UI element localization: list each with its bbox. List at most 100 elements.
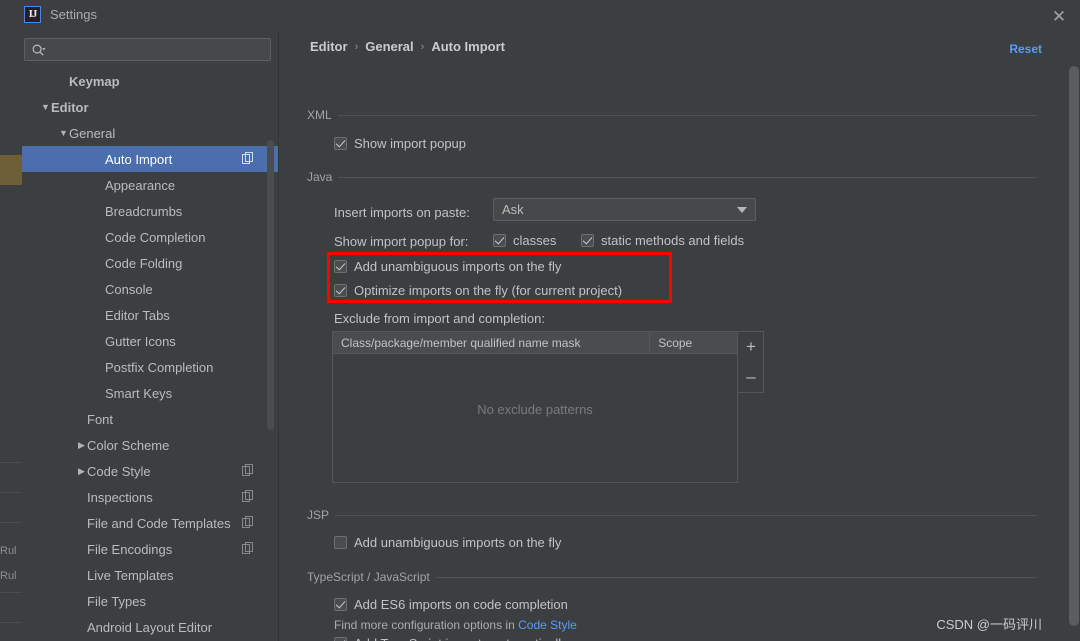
settings-dialog-root: Rul Rul IJ Settings ✕ Keymap ▼ Editor ▼ …	[0, 0, 1080, 641]
breadcrumb-separator: ›	[420, 40, 425, 53]
sidebar-item-label: Appearance	[105, 177, 176, 193]
background-divider	[0, 622, 22, 623]
sidebar-item-appearance[interactable]: Appearance	[22, 172, 278, 198]
background-divider	[0, 592, 22, 593]
sidebar-item-general[interactable]: ▼ General	[22, 120, 278, 146]
remove-pattern-button[interactable]: –	[738, 362, 764, 392]
section-rule	[338, 176, 1037, 178]
checkbox-box[interactable]	[581, 234, 594, 247]
sidebar-item-file-and-code-templates[interactable]: File and Code Templates	[22, 510, 278, 536]
sidebar-item-font[interactable]: Font	[22, 406, 278, 432]
settings-sidebar: Keymap ▼ Editor ▼ General Auto Import Appearan…	[22, 30, 278, 641]
settings-tree: Keymap ▼ Editor ▼ General Auto Import Appearan…	[22, 68, 278, 641]
checkbox-box[interactable]	[334, 284, 347, 297]
search-box[interactable]	[24, 38, 271, 61]
checkbox-box[interactable]	[334, 536, 347, 549]
breadcrumb-item-editor[interactable]: Editor	[310, 39, 348, 54]
background-divider	[0, 462, 22, 463]
sidebar-item-android-layout-editor[interactable]: Android Layout Editor	[22, 614, 278, 640]
checkbox-add-es6-imports[interactable]: Add ES6 imports on code completion	[334, 597, 568, 612]
section-rule	[435, 576, 1037, 578]
sidebar-item-label: File and Code Templates	[87, 515, 231, 531]
checkbox-add-unambiguous-imports[interactable]: Add unambiguous imports on the fly	[334, 259, 561, 274]
copy-settings-icon[interactable]	[242, 152, 254, 164]
sidebar-item-postfix-completion[interactable]: Postfix Completion	[22, 354, 278, 380]
sidebar-item-label: General	[69, 125, 116, 141]
section-title-java: Java	[307, 170, 333, 184]
sidebar-item-auto-import[interactable]: Auto Import	[22, 146, 278, 172]
search-input[interactable]	[49, 39, 267, 60]
chevron-down-icon[interactable]: ▼	[40, 102, 51, 112]
sidebar-item-live-templates[interactable]: Live Templates	[22, 562, 278, 588]
copy-settings-icon[interactable]	[242, 464, 254, 476]
sidebar-item-file-types[interactable]: File Types	[22, 588, 278, 614]
add-pattern-button[interactable]: +	[738, 332, 764, 362]
chevron-down-icon[interactable]: ▼	[58, 128, 69, 138]
checkbox-optimize-imports[interactable]: Optimize imports on the fly (for current…	[334, 283, 622, 298]
checkbox-box[interactable]	[334, 637, 347, 641]
checkbox-jsp-add-unambiguous[interactable]: Add unambiguous imports on the fly	[334, 535, 561, 550]
copy-settings-icon[interactable]	[242, 490, 254, 502]
checkbox-label: classes	[513, 233, 557, 248]
chevron-right-icon[interactable]: ▶	[76, 440, 87, 451]
sidebar-item-editor-tabs[interactable]: Editor Tabs	[22, 302, 278, 328]
sidebar-item-keymap[interactable]: Keymap	[22, 68, 278, 94]
sidebar-item-code-style[interactable]: ▶ Code Style	[22, 458, 278, 484]
section-title-typescript: TypeScript / JavaScript	[307, 570, 430, 584]
settings-dialog: IJ Settings ✕ Keymap ▼ Editor ▼ General Auto …	[22, 0, 1080, 641]
section-header-java: Java	[307, 170, 1037, 184]
sidebar-scrollbar-thumb[interactable]	[267, 140, 274, 430]
sidebar-item-smart-keys[interactable]: Smart Keys	[22, 380, 278, 406]
sidebar-item-label: Color Scheme	[87, 437, 170, 453]
checkbox-xml-show-import-popup[interactable]: Show import popup	[334, 136, 466, 151]
table-header-cell-scope[interactable]: Scope	[650, 332, 737, 353]
section-header-typescript: TypeScript / JavaScript	[307, 570, 1037, 584]
sidebar-item-file-encodings[interactable]: File Encodings	[22, 536, 278, 562]
main-scrollbar-track[interactable]	[1068, 30, 1080, 641]
sidebar-item-gutter-icons[interactable]: Gutter Icons	[22, 328, 278, 354]
hint-text: Find more configuration options in	[334, 618, 519, 632]
main-scrollbar-thumb[interactable]	[1069, 66, 1079, 626]
section-rule	[335, 514, 1037, 516]
sidebar-item-label: Code Folding	[105, 255, 183, 271]
settings-main-panel: Editor › General › Auto Import Reset XML…	[279, 30, 1058, 641]
table-header-cell-mask[interactable]: Class/package/member qualified name mask	[333, 332, 651, 353]
sidebar-item-code-folding[interactable]: Code Folding	[22, 250, 278, 276]
checkbox-java-static-methods[interactable]: static methods and fields	[581, 233, 744, 248]
section-header-xml: XML	[307, 108, 1037, 122]
insert-imports-on-paste-select[interactable]: Ask	[493, 198, 756, 221]
background-gutter-text: Rul	[0, 570, 17, 582]
sidebar-item-console[interactable]: Console	[22, 276, 278, 302]
checkbox-label: Add unambiguous imports on the fly	[354, 535, 562, 550]
sidebar-item-editor[interactable]: ▼ Editor	[22, 94, 278, 120]
sidebar-item-label: Editor Tabs	[105, 307, 170, 323]
copy-settings-icon[interactable]	[242, 542, 254, 554]
close-icon[interactable]: ✕	[1048, 5, 1070, 27]
sidebar-item-breadcrumbs[interactable]: Breadcrumbs	[22, 198, 278, 224]
breadcrumb-item-auto-import[interactable]: Auto Import	[431, 39, 505, 54]
chevron-down-icon	[737, 206, 747, 213]
checkbox-box[interactable]	[334, 137, 347, 150]
sidebar-item-inspections[interactable]: Inspections	[22, 484, 278, 510]
dialog-title: Settings	[50, 7, 97, 22]
checkbox-box[interactable]	[334, 260, 347, 273]
sidebar-item-code-completion[interactable]: Code Completion	[22, 224, 278, 250]
sidebar-item-label: File Types	[87, 593, 147, 609]
checkbox-java-classes[interactable]: classes	[493, 233, 556, 248]
sidebar-item-color-scheme[interactable]: ▶ Color Scheme	[22, 432, 278, 458]
breadcrumb-item-general[interactable]: General	[365, 39, 413, 54]
label-insert-imports-on-paste: Insert imports on paste:	[334, 205, 470, 220]
checkbox-box[interactable]	[493, 234, 506, 247]
code-style-link[interactable]: Code Style	[518, 618, 577, 632]
table-toolbar: + –	[738, 331, 764, 393]
checkbox-box[interactable]	[334, 598, 347, 611]
reset-link[interactable]: Reset	[1009, 42, 1042, 56]
settings-content: XML Show import popup Java Insert import…	[279, 70, 1058, 641]
background-divider	[0, 492, 22, 493]
copy-settings-icon[interactable]	[242, 516, 254, 528]
checkbox-add-typescript-imports[interactable]: Add TypeScript imports automatically	[334, 636, 568, 641]
sidebar-item-label: Android Layout Editor	[87, 619, 213, 635]
chevron-right-icon[interactable]: ▶	[76, 466, 87, 477]
table-body[interactable]: No exclude patterns	[333, 354, 737, 482]
sidebar-item-label: Console	[105, 281, 153, 297]
